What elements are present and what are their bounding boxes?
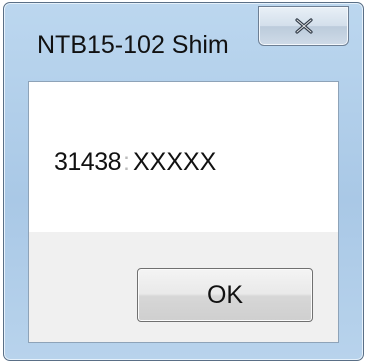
dialog-content: 31438: XXXXX OK (28, 81, 339, 343)
dialog-window: NTB15-102 Shim 31438: XXXXX OK (3, 2, 364, 361)
button-area: OK (29, 232, 338, 342)
message-text: 31438: XXXXX (54, 148, 216, 177)
message-value: XXXXX (132, 148, 217, 176)
message-code: 31438 (54, 148, 122, 176)
ok-button[interactable]: OK (137, 268, 313, 322)
title-bar[interactable]: NTB15-102 Shim (4, 3, 363, 81)
close-button[interactable] (258, 6, 349, 46)
close-icon (259, 7, 348, 45)
window-title: NTB15-102 Shim (37, 31, 229, 59)
message-separator: : (123, 148, 130, 176)
